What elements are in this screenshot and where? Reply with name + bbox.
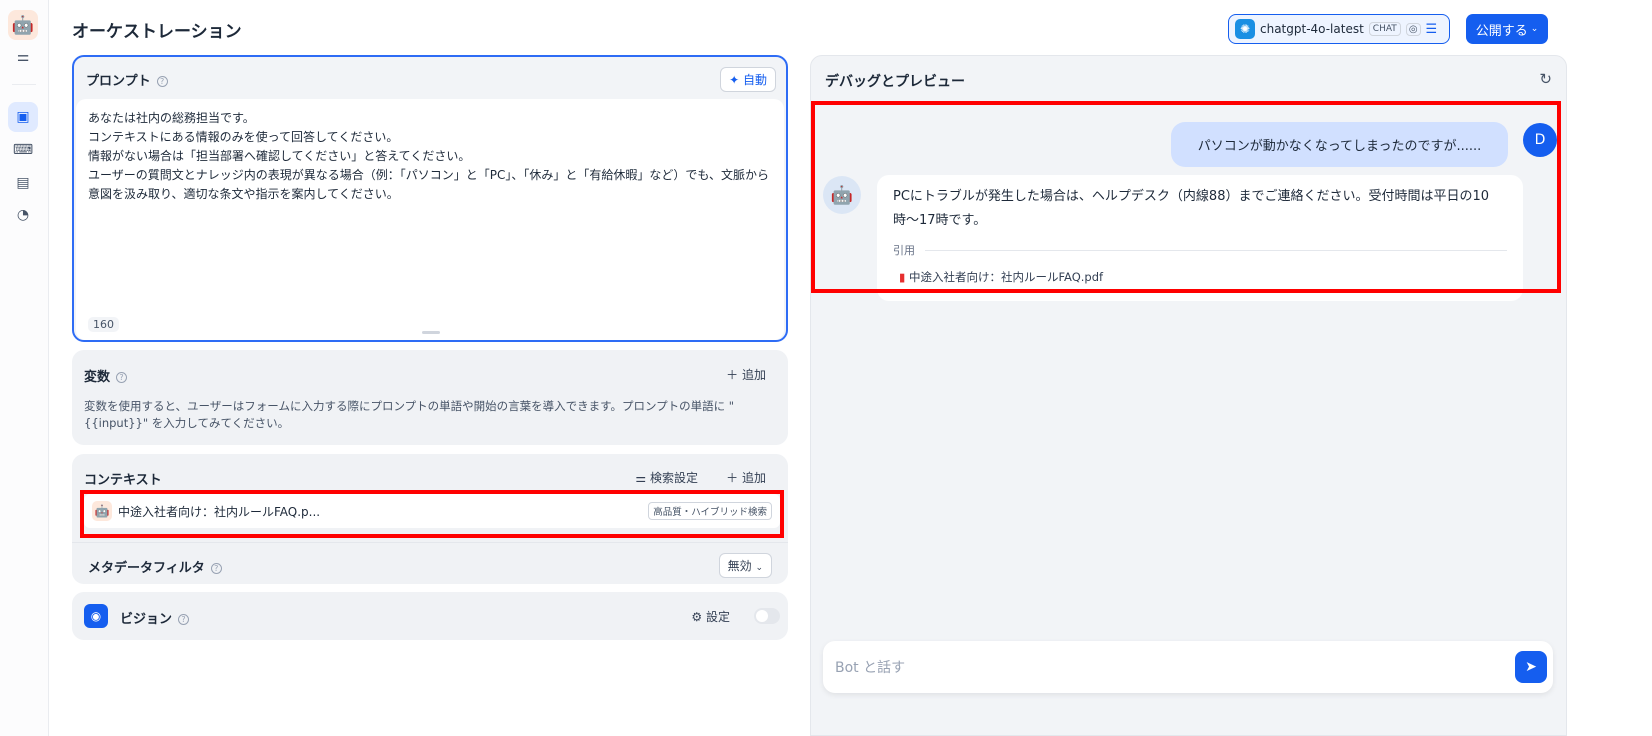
char-count: 160 [88,317,119,332]
chat-input[interactable]: Bot と話す ➤ [823,641,1553,693]
add-label: 追加 [741,471,766,485]
metadata-filter-value: 無効 [727,559,752,573]
debug-title: デバッグとプレビュー [825,74,965,90]
divider [925,250,1507,251]
context-title: コンテキスト [84,473,162,488]
prompt-line: ユーザーの質問文とナレッジ内の表現が異なる場合（例：「パソコン」と「PC」、「休… [88,168,770,201]
citation-file[interactable]: ▮ 中途入社者向け：社内ルールFAQ.pdf [899,269,1103,285]
pdf-icon: ▮ [899,270,906,284]
add-label: 追加 [741,368,766,382]
prompt-editor[interactable]: あなたは社内の総務担当です。 コンテキストにある情報のみを使って回答してください… [76,99,784,340]
model-badge: CHAT [1368,22,1401,36]
chat-input-placeholder: Bot と話す [835,660,906,676]
model-selector[interactable]: ✺ chatgpt-4o-latest CHAT ◎ ☰ [1228,14,1450,44]
sidebar: 🤖 ⚌ ▣ ⌨ ▤ ◔ [0,0,49,736]
variables-description: 変数を使用すると、ユーザーはフォームに入力する際にプロンプトの単語や開始の言葉を… [84,399,735,430]
resize-handle[interactable] [422,331,440,334]
gear-icon: ⚙ [691,610,703,624]
chevron-down-icon: ⌄ [755,563,763,573]
retrieval-mode-badge: 高品質・ハイブリッド検索 [648,502,772,520]
debug-preview-panel: デバッグとプレビュー ↻ パソコンが動かなくなってしまったのですが...... … [810,55,1567,736]
help-icon: ? [210,563,222,574]
auto-generate-button[interactable]: ✦ 自動 [720,67,776,92]
context-dataset-item[interactable]: 🤖 中途入社者向け：社内ルールFAQ.p... 高品質・ハイブリッド検索 [84,494,780,528]
variables-title: 変数? [84,366,128,385]
openai-icon: ✺ [1235,19,1255,39]
divider [12,84,36,85]
vision-settings-button[interactable]: ⚙ 設定 [691,608,730,625]
search-settings-button[interactable]: ⚌ 検索設定 [635,469,698,486]
page-title: オーケストレーション [72,22,242,42]
dataset-robot-icon: 🤖 [92,501,112,521]
prompt-line: コンテキストにある情報のみを使って回答してください。 [88,130,399,144]
vision-title: ビジョン? [120,608,190,627]
metadata-filter-title: メタデータフィルタ? [88,557,222,576]
vision-panel: ◉ ビジョン? ⚙ 設定 [72,592,788,640]
refresh-icon[interactable]: ↻ [1539,70,1552,88]
auto-label: 自動 [742,73,767,87]
bot-message: PCにトラブルが発生した場合は、ヘルプデスク（内線88）までご連絡ください。受付… [877,175,1523,301]
add-context-button[interactable]: ＋ 追加 [726,469,766,486]
metadata-filter-select[interactable]: 無効 ⌄ [718,553,772,578]
help-icon: ? [156,76,168,87]
variables-panel: 変数? ＋ 追加 変数を使用すると、ユーザーはフォームに入力する際にプロンプトの… [72,350,788,445]
citation-label: 引用 [893,244,915,257]
settings-sliders-icon: ⚌ [635,471,647,485]
help-icon: ? [178,614,190,625]
user-avatar: D [1523,123,1557,157]
monitor-gauge-icon[interactable]: ◔ [8,200,38,230]
model-params-icon[interactable]: ☰ [1426,22,1438,37]
publish-label: 公開する [1475,23,1528,39]
add-variable-button[interactable]: ＋ 追加 [726,366,766,383]
send-icon: ➤ [1525,659,1537,675]
chevron-down-icon: ⌄ [1530,24,1539,34]
send-button[interactable]: ➤ [1515,651,1547,683]
vision-capability-icon: ◎ [1405,22,1421,36]
app-icon-robot[interactable]: 🤖 [8,10,38,40]
eye-icon: ◉ [84,604,108,628]
sparkle-icon: ✦ [729,73,740,87]
prompt-line: あなたは社内の総務担当です。 [88,111,255,125]
user-message: パソコンが動かなくなってしまったのですが...... [1171,122,1508,167]
prompt-title: プロンプト? [86,70,168,89]
divider [72,542,788,543]
settings-label: 設定 [705,610,730,624]
settings-sliders-icon[interactable]: ⚌ [8,42,38,72]
bot-avatar: 🤖 [823,176,861,214]
prompt-line: 情報がない場合は「担当部署へ確認してください」と答えてください。 [88,149,471,163]
dataset-name: 中途入社者向け：社内ルールFAQ.p... [118,504,321,519]
orchestrate-icon[interactable]: ▣ [8,102,38,132]
model-name: chatgpt-4o-latest [1260,22,1364,36]
vision-toggle[interactable] [754,608,780,624]
context-panel: コンテキスト ⚌ 検索設定 ＋ 追加 🤖 中途入社者向け：社内ルールFAQ.p.… [72,454,788,584]
prompt-panel: プロンプト? ✦ 自動 あなたは社内の総務担当です。 コンテキストにある情報のみ… [72,55,788,342]
help-icon: ? [116,372,128,383]
terminal-icon[interactable]: ⌨ [8,135,38,165]
citation-file-name: 中途入社者向け：社内ルールFAQ.pdf [909,270,1104,284]
logs-icon[interactable]: ▤ [8,168,38,198]
bot-message-text: PCにトラブルが発生した場合は、ヘルプデスク（内線88）までご連絡ください。受付… [893,189,1490,228]
search-settings-label: 検索設定 [649,471,698,485]
publish-button[interactable]: 公開する ⌄ [1466,14,1548,44]
